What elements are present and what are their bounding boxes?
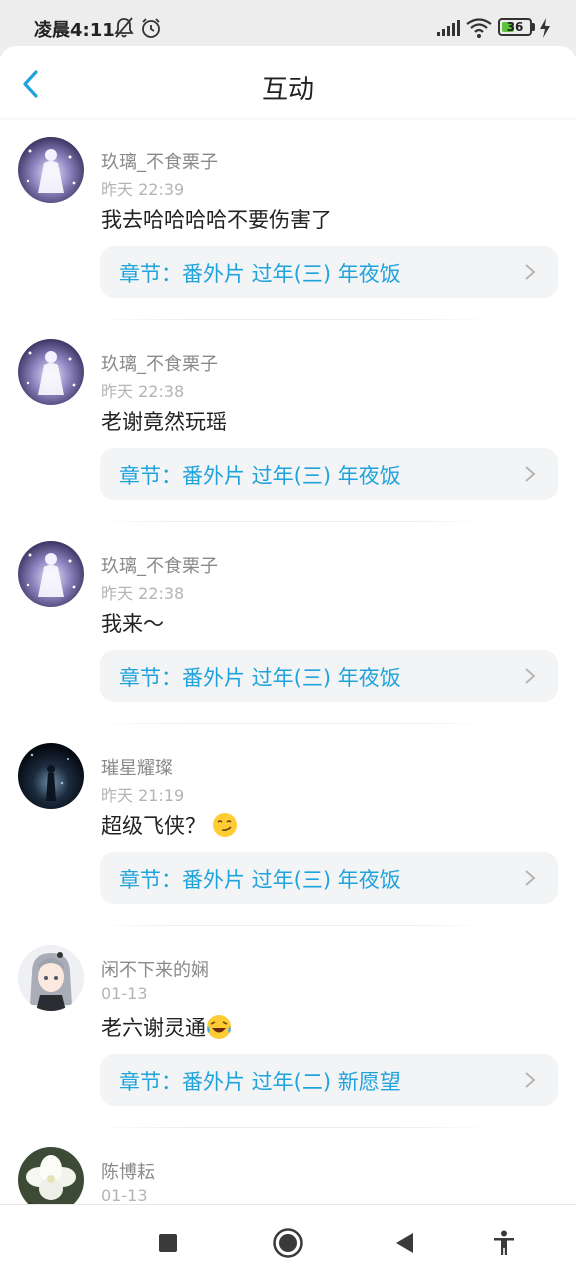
page-title: 互动: [261, 75, 314, 105]
interaction-feed[interactable]: 玖璃_不食栗子 昨天 22:39 我去哈哈哈哈不要伤害了 章节：番外片 过年(三…: [0, 118, 576, 1204]
username[interactable]: 玖璃_不食栗子: [101, 350, 218, 376]
list-item: 玖璃_不食栗子 昨天 22:38 我来～ 章节：番外片 过年(三) 年夜饭: [0, 522, 576, 724]
signal-icon: [437, 20, 460, 36]
list-item: 玖璃_不食栗子 昨天 22:39 我去哈哈哈哈不要伤害了 章节：番外片 过年(三…: [0, 118, 576, 320]
timestamp: 昨天 22:38: [101, 382, 185, 401]
chevron-right-icon: [525, 668, 536, 684]
recents-square-icon[interactable]: [158, 1233, 178, 1253]
home-circle-icon[interactable]: [272, 1227, 304, 1259]
smirk-face-icon: [213, 813, 237, 837]
system-nav-bar: [0, 1204, 576, 1281]
chapter-label: 章节：番外片 过年(三) 年夜饭: [119, 666, 401, 690]
chevron-right-icon: [525, 466, 536, 482]
comment-text: 老谢竟然玩瑶: [101, 406, 227, 436]
comment-body: 超级飞侠？: [101, 814, 206, 838]
comment-text: 老六谢灵通: [101, 1012, 232, 1042]
comment-body: 老谢竟然玩瑶: [101, 410, 227, 434]
timestamp: 昨天 22:39: [101, 180, 185, 199]
comment-text: 我去哈哈哈哈不要伤害了: [101, 204, 332, 234]
battery-tip: [532, 23, 535, 31]
timestamp: 01-13: [101, 984, 148, 1003]
chevron-right-icon: [525, 870, 536, 886]
avatar[interactable]: [18, 743, 84, 809]
timestamp: 昨天 21:19: [101, 786, 185, 805]
comment-body: 我来～: [101, 612, 164, 636]
list-item: 闲不下来的娴 01-13 老六谢灵通 章节：番外片 过年(二) 新愿望: [0, 926, 576, 1128]
chapter-label: 章节：番外片 过年(三) 年夜饭: [119, 262, 401, 286]
avatar[interactable]: [18, 339, 84, 405]
username[interactable]: 璀星耀璨: [101, 754, 173, 780]
status-time: 凌晨4:11: [34, 20, 115, 41]
timestamp: 昨天 22:38: [101, 584, 185, 603]
username[interactable]: 玖璃_不食栗子: [101, 148, 218, 174]
chapter-link[interactable]: 章节：番外片 过年(三) 年夜饭: [100, 650, 558, 702]
avatar[interactable]: [18, 541, 84, 607]
list-item: 陈博耘 01-13: [0, 1128, 576, 1204]
laughing-tears-icon: [207, 1015, 231, 1039]
avatar[interactable]: [18, 1147, 84, 1204]
header: 互动: [0, 46, 576, 118]
back-triangle-icon[interactable]: [394, 1232, 414, 1254]
comment-text: 我来～: [101, 608, 164, 638]
wifi-icon: [466, 18, 492, 38]
username[interactable]: 闲不下来的娴: [101, 956, 209, 982]
accessibility-icon[interactable]: [492, 1230, 516, 1256]
list-item: 璀星耀璨 昨天 21:19 超级飞侠？ 章节：番外片 过年(三) 年夜饭: [0, 724, 576, 926]
chapter-link[interactable]: 章节：番外片 过年(二) 新愿望: [100, 1054, 558, 1106]
comment-body: 我去哈哈哈哈不要伤害了: [101, 208, 332, 232]
timestamp: 01-13: [101, 1186, 148, 1204]
battery-level: 36: [506, 20, 524, 34]
chevron-right-icon: [525, 264, 536, 280]
chapter-label: 章节：番外片 过年(三) 年夜饭: [119, 464, 401, 488]
battery-icon: 36: [498, 18, 532, 36]
chapter-link[interactable]: 章节：番外片 过年(三) 年夜饭: [100, 852, 558, 904]
mute-bell-icon: [114, 17, 134, 38]
chapter-link[interactable]: 章节：番外片 过年(三) 年夜饭: [100, 448, 558, 500]
comment-body: 老六谢灵通: [101, 1016, 206, 1040]
chapter-label: 章节：番外片 过年(三) 年夜饭: [119, 868, 401, 892]
avatar[interactable]: [18, 137, 84, 203]
comment-text: 超级飞侠？: [101, 810, 238, 840]
chapter-label: 章节：番外片 过年(二) 新愿望: [119, 1070, 401, 1094]
username[interactable]: 陈博耘: [101, 1158, 155, 1184]
alarm-icon: [142, 18, 160, 38]
avatar[interactable]: [18, 945, 84, 1011]
chapter-link[interactable]: 章节：番外片 过年(三) 年夜饭: [100, 246, 558, 298]
username[interactable]: 玖璃_不食栗子: [101, 552, 218, 578]
list-item: 玖璃_不食栗子 昨天 22:38 老谢竟然玩瑶 章节：番外片 过年(三) 年夜饭: [0, 320, 576, 522]
chevron-right-icon: [525, 1072, 536, 1088]
charging-icon: [540, 18, 550, 38]
